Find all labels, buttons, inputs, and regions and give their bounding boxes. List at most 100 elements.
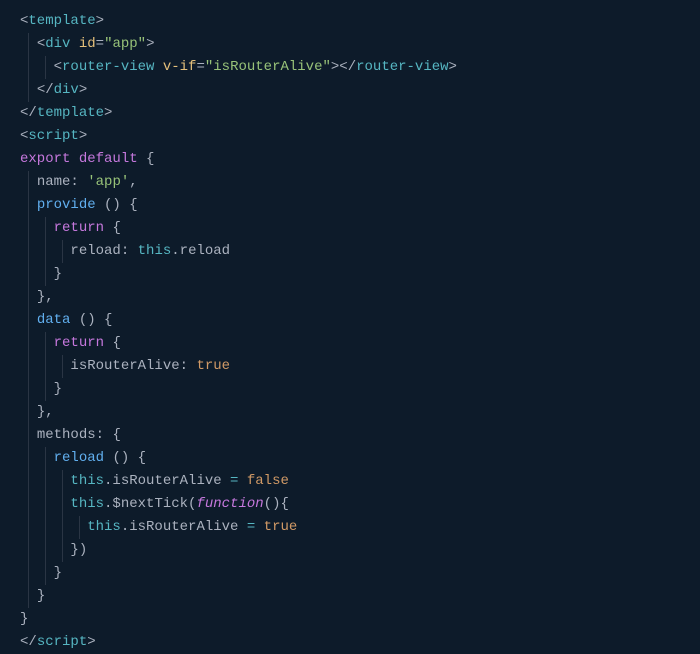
punct: , (129, 174, 137, 190)
keyword: return (54, 220, 104, 236)
bracket: > (79, 128, 87, 144)
code-line: methods: { (20, 424, 680, 447)
property: name (37, 174, 71, 190)
punct: : (180, 358, 197, 374)
brace: } (37, 588, 45, 604)
bracket: > (104, 105, 112, 121)
tag: div (54, 82, 79, 98)
bracket: > (79, 82, 87, 98)
code-line: return { (20, 217, 680, 240)
bracket: > (449, 59, 457, 75)
punct: = (96, 36, 104, 52)
operator: = (238, 519, 263, 535)
code-line: } (20, 608, 680, 631)
code-line: } (20, 585, 680, 608)
property: isRouterAlive (70, 358, 179, 374)
code-line: return { (20, 332, 680, 355)
property: .reload (171, 243, 230, 259)
code-line: reload () { (20, 447, 680, 470)
code-line: </script> (20, 631, 680, 654)
property: .isRouterAlive (104, 473, 222, 489)
space (96, 197, 104, 213)
paren: () (104, 197, 121, 213)
keyword: default (79, 151, 138, 167)
space (121, 197, 129, 213)
this: this (87, 519, 121, 535)
bracket: < (37, 36, 45, 52)
indent (20, 565, 54, 581)
paren: }) (70, 542, 87, 558)
indent (20, 335, 54, 351)
indent (20, 519, 87, 535)
code-line: <script> (20, 125, 680, 148)
code-line: export default { (20, 148, 680, 171)
property: .isRouterAlive (121, 519, 239, 535)
bracket: > (87, 634, 95, 650)
string: 'app' (87, 174, 129, 190)
tag: router-view (356, 59, 448, 75)
space (129, 450, 137, 466)
brace: { (129, 197, 137, 213)
attr: v-if (163, 59, 197, 75)
punct: = (196, 59, 204, 75)
boolean: true (196, 358, 230, 374)
space (96, 312, 104, 328)
punct: : (121, 243, 138, 259)
brace: }, (37, 289, 54, 305)
property: methods (37, 427, 96, 443)
code-line: this.isRouterAlive = false (20, 470, 680, 493)
bracket: </ (20, 105, 37, 121)
brace: { (104, 312, 112, 328)
this: this (138, 243, 172, 259)
keyword: return (54, 335, 104, 351)
boolean: false (247, 473, 289, 489)
brace: { (112, 427, 120, 443)
brace: } (54, 266, 62, 282)
code-line: }, (20, 286, 680, 309)
tag: div (45, 36, 70, 52)
bracket: </ (20, 634, 37, 650)
attr: id (79, 36, 96, 52)
code-line: } (20, 378, 680, 401)
keyword: function (196, 496, 263, 512)
code-line: </div> (20, 79, 680, 102)
space (138, 151, 146, 167)
brace: { (146, 151, 154, 167)
space (70, 312, 78, 328)
code-line: </template> (20, 102, 680, 125)
code-line: <template> (20, 10, 680, 33)
keyword: export (20, 151, 70, 167)
paren: (){ (264, 496, 289, 512)
string: "isRouterAlive" (205, 59, 331, 75)
code-line: <router-view v-if="isRouterAlive"></rout… (20, 56, 680, 79)
this: this (70, 473, 104, 489)
code-line: data () { (20, 309, 680, 332)
space (70, 151, 78, 167)
tag: router-view (62, 59, 154, 75)
code-line: name: 'app', (20, 171, 680, 194)
this: this (70, 496, 104, 512)
method: data (37, 312, 71, 328)
tag: script (28, 128, 78, 144)
code-line: }, (20, 401, 680, 424)
paren: () (79, 312, 96, 328)
indent (20, 450, 54, 466)
property: .$nextTick( (104, 496, 196, 512)
property: reload (70, 243, 120, 259)
code-line: }) (20, 539, 680, 562)
brace: } (20, 611, 28, 627)
boolean: true (264, 519, 298, 535)
brace: } (54, 381, 62, 397)
indent (20, 266, 54, 282)
string: "app" (104, 36, 146, 52)
code-editor[interactable]: <template> <div id="app"> <router-view v… (20, 10, 680, 654)
bracket: > (146, 36, 154, 52)
space (154, 59, 162, 75)
operator: = (222, 473, 247, 489)
code-line: this.isRouterAlive = true (20, 516, 680, 539)
paren: () (112, 450, 129, 466)
code-line: reload: this.reload (20, 240, 680, 263)
code-line: this.$nextTick(function(){ (20, 493, 680, 516)
bracket: < (54, 59, 62, 75)
bracket: </ (339, 59, 356, 75)
